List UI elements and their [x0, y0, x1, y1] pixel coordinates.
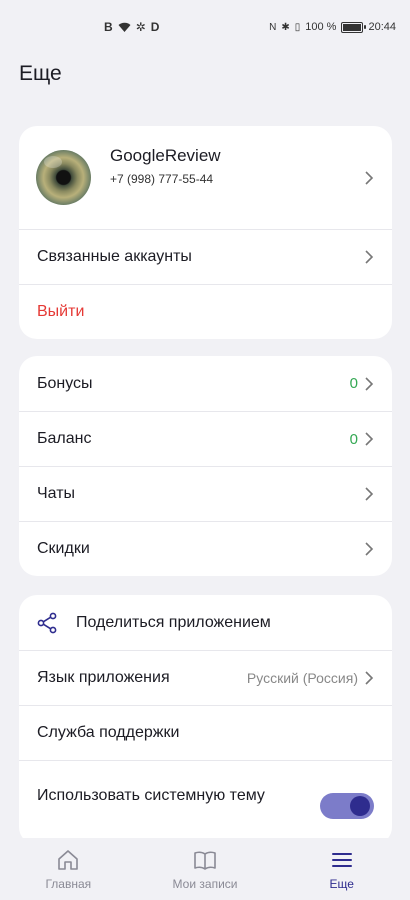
- page-title: Еще: [19, 62, 62, 85]
- chats-label: Чаты: [37, 485, 76, 502]
- nav-records[interactable]: Мои записи: [137, 838, 274, 900]
- bottom-nav: Главная Мои записи Еще: [0, 838, 410, 900]
- profile-row[interactable]: GoogleReview +7 (998) 777-55-44: [19, 126, 392, 229]
- book-icon: [194, 851, 216, 870]
- status-bar: B ✲ D N ✱ ▯ 100 % 20:44: [0, 0, 410, 52]
- nfc-icon: N: [269, 21, 277, 33]
- nav-home-label: Главная: [45, 877, 92, 891]
- wifi-icon: [118, 22, 131, 32]
- discounts-row[interactable]: Скидки: [19, 521, 392, 576]
- share-app-label: Поделиться приложением: [76, 613, 271, 631]
- clock: 20:44: [368, 21, 396, 33]
- logout-label: Выйти: [37, 303, 85, 320]
- linked-accounts-label: Связанные аккаунты: [37, 248, 192, 265]
- menu-card: Бонусы 0 Баланс 0 Чаты Скидки: [19, 356, 392, 576]
- nav-more-label: Еще: [329, 877, 354, 891]
- avatar: [36, 150, 91, 205]
- toggle-knob: [350, 796, 370, 816]
- system-theme-label: Использовать системную тему: [37, 787, 265, 804]
- gear-icon: ✲: [135, 20, 146, 34]
- profile-card: GoogleReview +7 (998) 777-55-44 Связанны…: [19, 126, 392, 339]
- bluetooth-icon: ✱: [281, 21, 290, 33]
- balance-label: Баланс: [37, 430, 92, 447]
- balance-row[interactable]: Баланс 0: [19, 411, 392, 466]
- chevron-right-icon: [364, 671, 374, 685]
- support-row[interactable]: Служба поддержки: [19, 705, 392, 760]
- balance-value: 0: [349, 430, 358, 448]
- language-row[interactable]: Язык приложения Русский (Россия): [19, 650, 392, 705]
- language-value: Русский (Россия): [246, 670, 358, 686]
- discounts-label: Скидки: [37, 540, 90, 557]
- support-label: Служба поддержки: [37, 724, 180, 741]
- profile-phone: +7 (998) 777-55-44: [110, 172, 214, 186]
- status-left-icons: B ✲ D: [104, 20, 159, 34]
- chevron-right-icon: [364, 542, 374, 556]
- system-theme-row[interactable]: Использовать системную тему: [19, 760, 392, 845]
- settings-card: Поделиться приложением Язык приложения Р…: [19, 595, 392, 845]
- chevron-right-icon: [364, 376, 374, 391]
- chevron-right-icon: [364, 170, 374, 185]
- menu-icon: [331, 853, 352, 867]
- profile-name: GoogleReview: [110, 146, 221, 165]
- bonuses-value: 0: [349, 375, 358, 392]
- nav-records-label: Мои записи: [172, 877, 238, 891]
- nav-more[interactable]: Еще: [273, 838, 410, 900]
- logout-button[interactable]: Выйти: [19, 284, 392, 339]
- chevron-right-icon: [364, 250, 374, 264]
- vibrate-icon: ▯: [294, 21, 301, 33]
- share-app-row[interactable]: Поделиться приложением: [19, 595, 392, 650]
- bonuses-row[interactable]: Бонусы 0: [19, 356, 392, 411]
- b-icon: B: [104, 20, 113, 34]
- bonuses-label: Бонусы: [37, 374, 93, 392]
- chats-row[interactable]: Чаты: [19, 466, 392, 521]
- share-icon: [37, 612, 57, 633]
- language-label: Язык приложения: [37, 669, 170, 686]
- status-right: N ✱ ▯ 100 % 20:44: [269, 21, 396, 33]
- linked-accounts-row[interactable]: Связанные аккаунты: [19, 229, 392, 284]
- d-icon: D: [150, 20, 160, 34]
- battery-percent: 100 %: [305, 21, 337, 33]
- home-icon: [58, 850, 79, 870]
- battery-icon: [341, 21, 367, 33]
- system-theme-toggle[interactable]: [320, 793, 374, 819]
- chevron-right-icon: [364, 487, 374, 501]
- chevron-right-icon: [364, 432, 374, 446]
- nav-home[interactable]: Главная: [0, 838, 137, 900]
